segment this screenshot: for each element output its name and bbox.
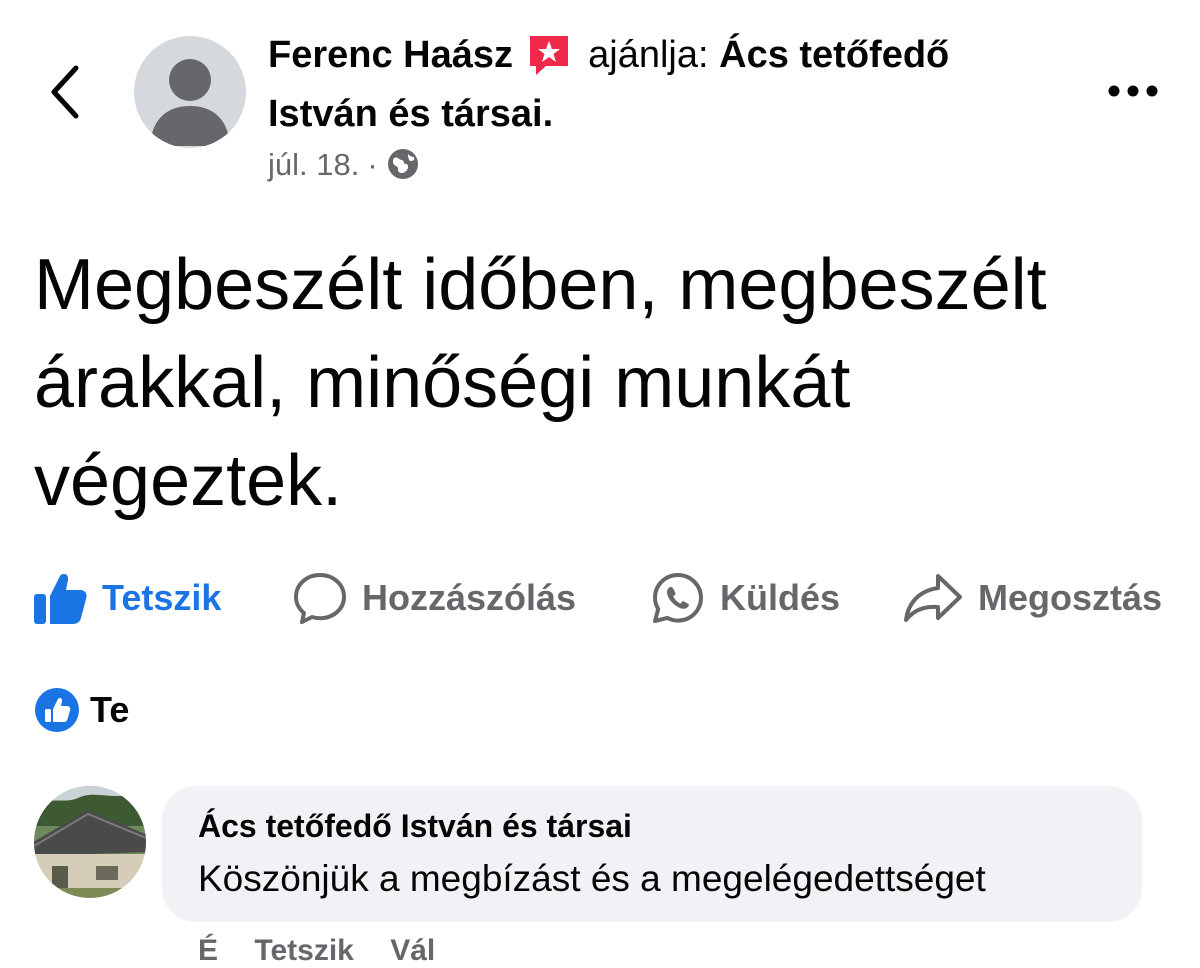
- page-name-part-1[interactable]: Ács tetőfedő: [719, 34, 949, 76]
- comment-time[interactable]: É: [198, 934, 218, 967]
- share-button-label: Megosztás: [978, 577, 1163, 618]
- share-button[interactable]: Megosztás: [902, 566, 1162, 630]
- thumbs-up-icon: [34, 573, 87, 624]
- comment-like-link[interactable]: Tetszik: [254, 934, 353, 967]
- globe-icon: [386, 147, 420, 181]
- like-reaction-icon: [35, 688, 79, 732]
- page-name-part-2[interactable]: István és társai.: [268, 91, 553, 137]
- more-options-button[interactable]: [1104, 76, 1162, 106]
- whatsapp-icon: [653, 573, 703, 623]
- post-action-bar: Tetszik Hozzászólás Küldés Megosztás: [0, 566, 1200, 630]
- post-date[interactable]: júl. 18.: [268, 147, 359, 182]
- reactions-summary[interactable]: Te: [34, 684, 129, 736]
- like-button-label: Tetszik: [102, 577, 222, 618]
- house-photo-avatar: [34, 786, 146, 898]
- send-button-label: Küldés: [720, 577, 841, 618]
- commenter-avatar[interactable]: [34, 786, 146, 898]
- post-meta: júl. 18. ·: [268, 146, 420, 184]
- author-avatar[interactable]: [134, 36, 246, 148]
- comment-footer: É Tetszik Vál: [198, 934, 463, 968]
- send-button[interactable]: Küldés: [650, 566, 840, 630]
- comment-bubble-icon: [294, 573, 346, 624]
- comment-author[interactable]: Ács tetőfedő István és társai: [198, 808, 632, 845]
- reactions-summary-label: Te: [90, 689, 130, 730]
- post-text: Megbeszélt időben, megbeszélt árakkal, m…: [34, 245, 1047, 521]
- like-button[interactable]: Tetszik: [32, 566, 221, 630]
- comment-button[interactable]: Hozzászólás: [292, 566, 576, 630]
- default-profile-icon: [150, 59, 230, 146]
- back-button[interactable]: [44, 60, 88, 124]
- comment-bubble[interactable]: [162, 786, 1142, 922]
- comment-text: Köszönjük a megbízást és a megelégedetts…: [198, 858, 986, 899]
- recommendation-star-icon: [526, 32, 572, 78]
- meta-separator: ·: [367, 147, 378, 182]
- share-arrow-icon: [904, 574, 962, 622]
- chevron-left-icon: [51, 65, 79, 119]
- more-options-icon: [1108, 85, 1158, 97]
- recommends-text: ajánlja:: [588, 34, 709, 76]
- comment-button-label: Hozzászólás: [362, 577, 577, 618]
- comment-reply-link[interactable]: Vál: [390, 934, 435, 967]
- author-name[interactable]: Ferenc Haász: [268, 34, 513, 76]
- post-header-line-1: Ferenc Haász ajánlja: Ács tetőfedő: [268, 32, 949, 78]
